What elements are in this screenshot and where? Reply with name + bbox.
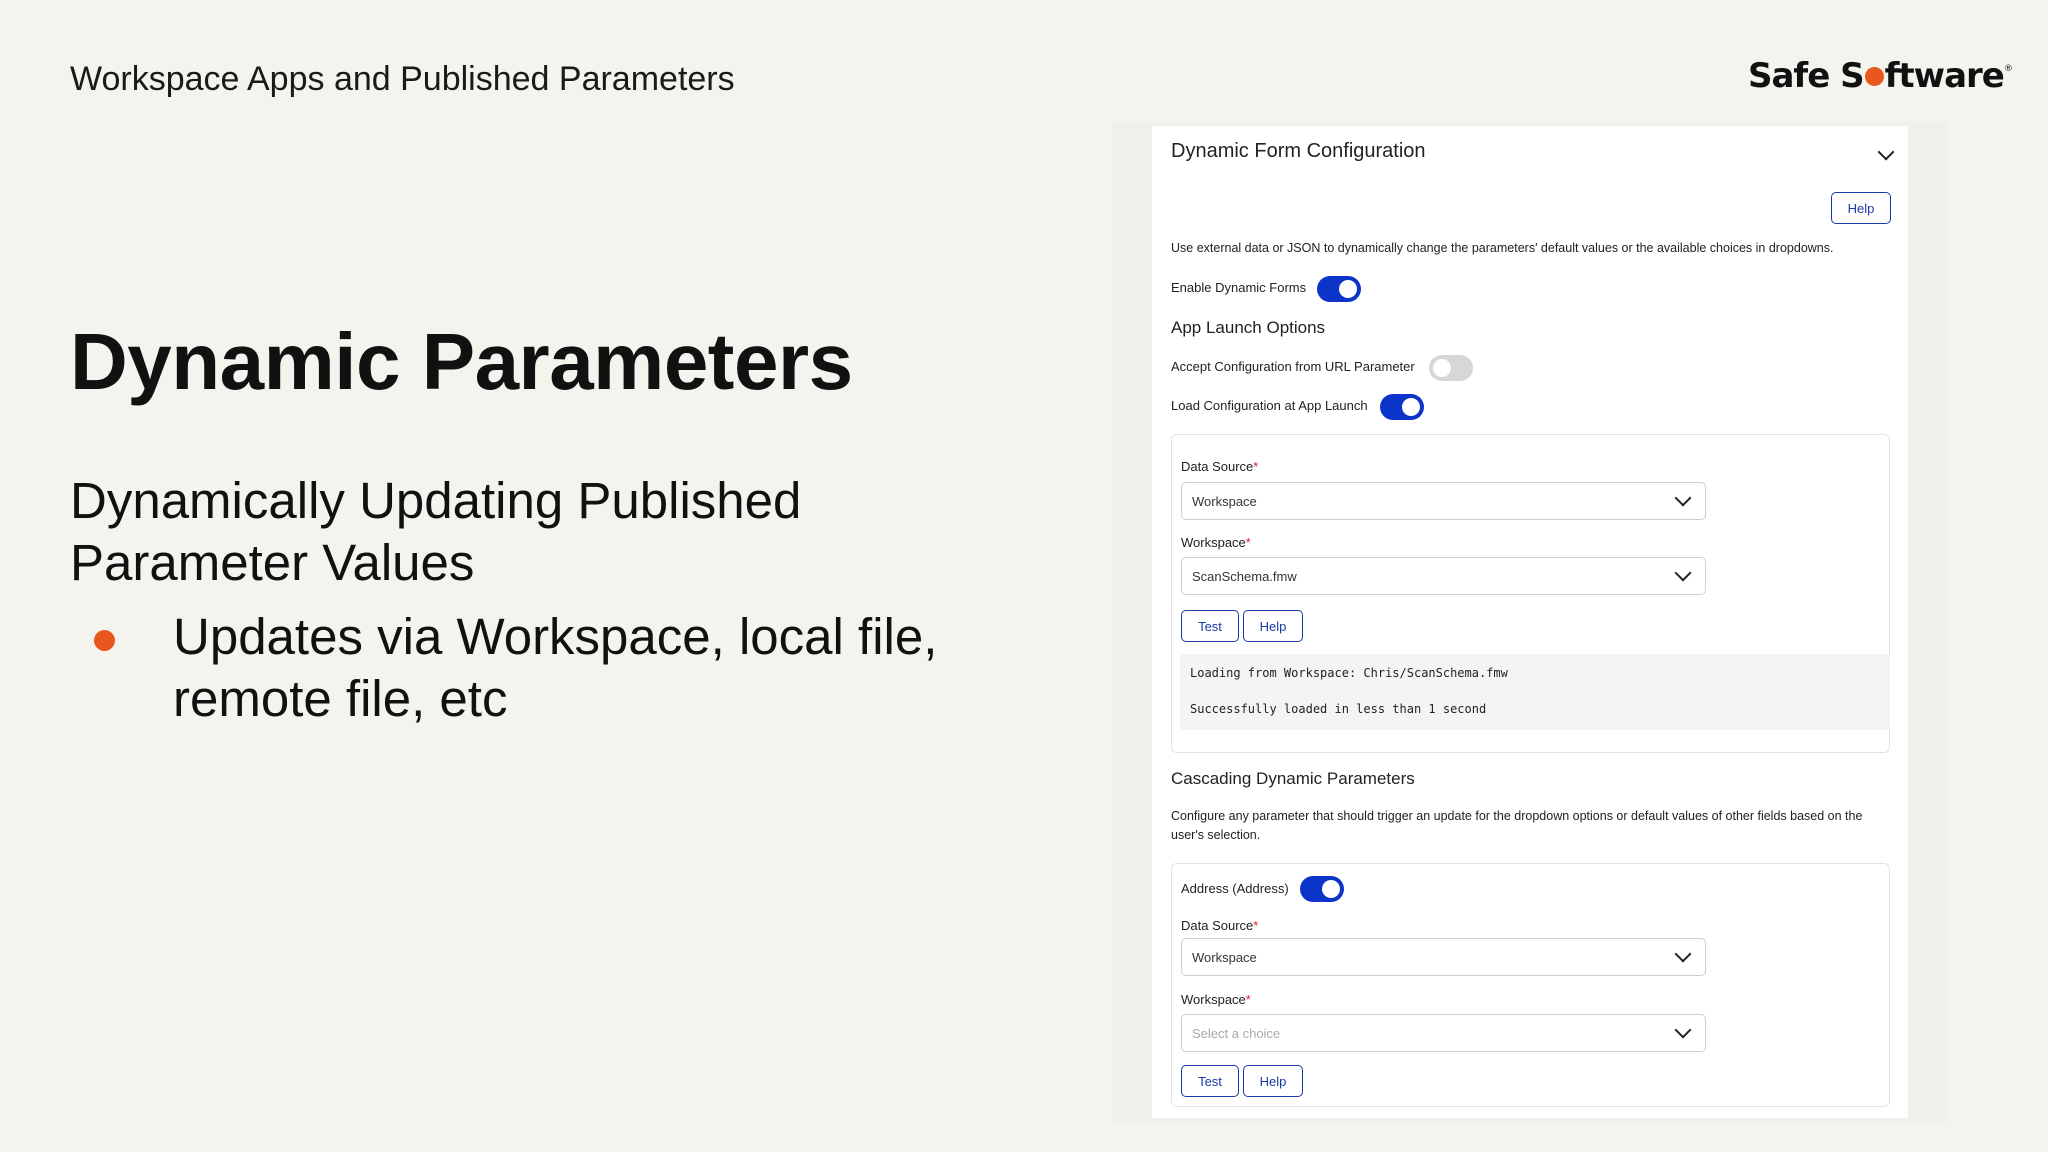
address-toggle[interactable] xyxy=(1300,876,1344,902)
panel-description: Use external data or JSON to dynamically… xyxy=(1171,241,1834,255)
load-at-launch-toggle[interactable] xyxy=(1380,394,1424,420)
cascading-data-source-label: Data Source* xyxy=(1181,918,1259,933)
config-help-button[interactable]: Help xyxy=(1243,610,1303,642)
url-parameter-toggle[interactable] xyxy=(1429,355,1473,381)
workspace-label: Workspace* xyxy=(1181,535,1251,550)
cascading-test-button[interactable]: Test xyxy=(1181,1065,1239,1097)
slide-subtitle: Dynamically Updating Published Parameter… xyxy=(70,472,802,591)
panel-title: Dynamic Form Configuration xyxy=(1171,140,1426,162)
chevron-down-icon xyxy=(1674,489,1692,507)
data-source-select[interactable]: Workspace xyxy=(1181,482,1706,520)
url-parameter-label: Accept Configuration from URL Parameter xyxy=(1171,359,1415,374)
logo-dot-icon xyxy=(1864,67,1884,86)
bullet-dot-icon xyxy=(94,630,115,651)
load-at-launch-label: Load Configuration at App Launch xyxy=(1171,398,1368,413)
slide-header: Workspace Apps and Published Parameters xyxy=(70,60,735,98)
workspace-select[interactable]: ScanSchema.fmw xyxy=(1181,557,1706,595)
bullet-item: Updates via Workspace, local file, remot… xyxy=(70,606,950,730)
address-label: Address (Address) xyxy=(1181,881,1289,896)
slide-title: Dynamic Parameters xyxy=(70,317,853,406)
help-button[interactable]: Help xyxy=(1831,192,1891,224)
safe-software-logo: Safe Sftware® xyxy=(1748,56,2013,96)
log-line: Successfully loaded in less than 1 secon… xyxy=(1190,702,1487,716)
enable-dynamic-forms-label: Enable Dynamic Forms xyxy=(1171,280,1307,295)
toggle-knob xyxy=(1322,880,1340,898)
toggle-knob xyxy=(1433,359,1451,377)
app-launch-heading: App Launch Options xyxy=(1171,318,1326,337)
bullet-text: Updates via Workspace, local file, remot… xyxy=(173,608,938,727)
cascading-description-line1: Configure any parameter that should trig… xyxy=(1171,809,1863,823)
chevron-down-icon xyxy=(1674,1021,1692,1039)
load-log: Loading from Workspace: Chris/ScanSchema… xyxy=(1180,654,1890,730)
log-line: Loading from Workspace: Chris/ScanSchema… xyxy=(1190,666,1508,680)
cascading-heading: Cascading Dynamic Parameters xyxy=(1171,769,1415,788)
cascading-workspace-label: Workspace* xyxy=(1181,992,1251,1007)
cascading-data-source-select[interactable]: Workspace xyxy=(1181,938,1706,976)
launch-config-card: Data Source* Workspace Workspace* ScanSc… xyxy=(1171,434,1890,753)
toggle-knob xyxy=(1339,280,1357,298)
chevron-down-icon[interactable] xyxy=(1877,143,1895,161)
test-button[interactable]: Test xyxy=(1181,610,1239,642)
cascading-workspace-select[interactable]: Select a choice xyxy=(1181,1014,1706,1052)
chevron-down-icon xyxy=(1674,564,1692,582)
toggle-knob xyxy=(1402,398,1420,416)
cascading-card: Address (Address) Data Source* Workspace… xyxy=(1171,863,1890,1107)
dynamic-form-panel: Dynamic Form Configuration Help Use exte… xyxy=(1152,126,1908,1118)
cascading-help-button[interactable]: Help xyxy=(1243,1065,1303,1097)
cascading-description-line2: user's selection. xyxy=(1171,828,1261,842)
enable-dynamic-forms-toggle[interactable] xyxy=(1317,276,1361,302)
data-source-label: Data Source* xyxy=(1181,459,1259,474)
chevron-down-icon xyxy=(1674,945,1692,963)
